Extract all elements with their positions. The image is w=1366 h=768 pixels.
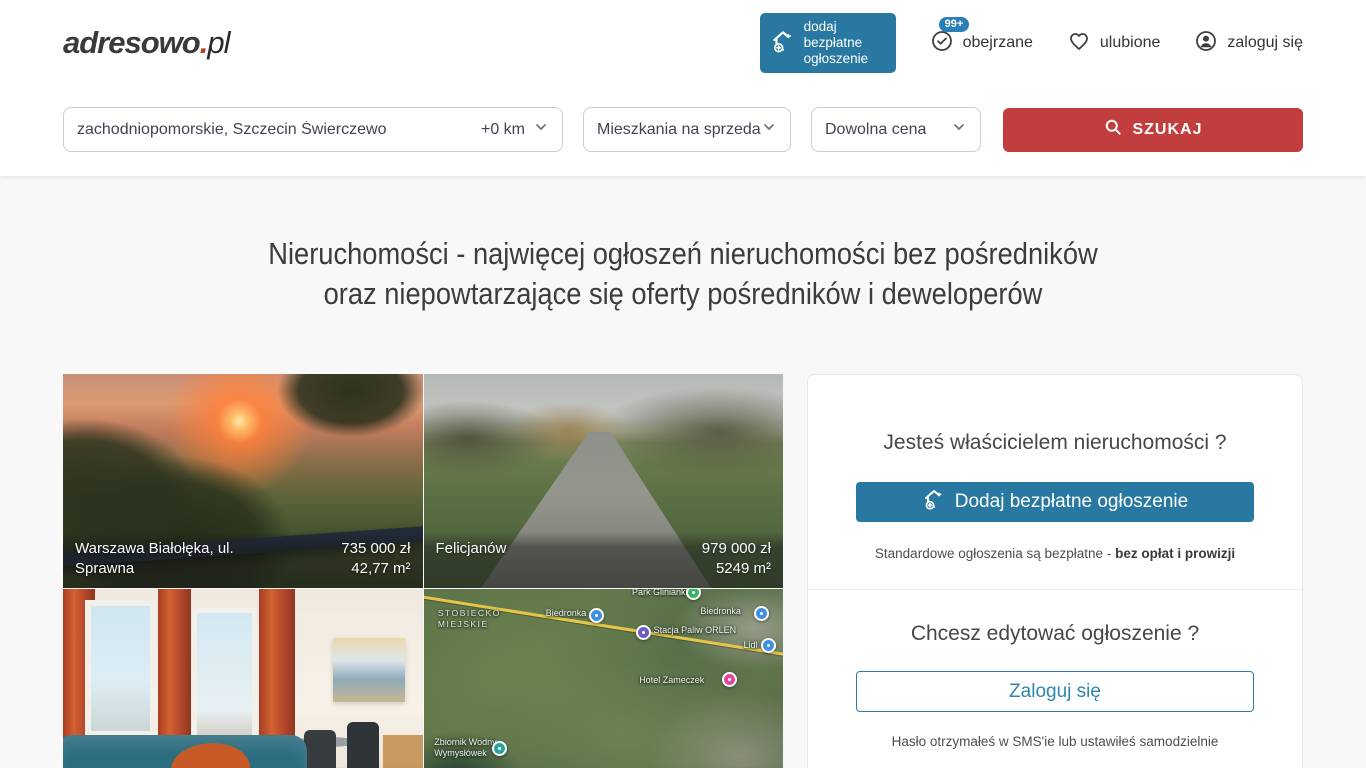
nav-favorites[interactable]: ulubione <box>1067 29 1161 58</box>
listing-price: 735 000 zł <box>341 540 410 557</box>
sidebar-divider <box>808 589 1302 590</box>
map-label: STOBIECKO MIEJSKIE <box>438 608 530 630</box>
listing-meta: 979 000 zł 5249 m² <box>702 539 771 579</box>
category-value: Mieszkania na sprzeda <box>597 121 761 139</box>
radius-value: +0 km <box>481 121 525 139</box>
main-content: Warszawa Białołęka, ul. Sprawna 735 000 … <box>0 374 1366 768</box>
add-listing-label: dodaj bezpłatne ogłoszenie <box>804 19 884 67</box>
logo-text: adresowo <box>63 25 200 60</box>
sidebar-login-button[interactable]: Zaloguj się <box>856 671 1254 712</box>
search-icon <box>1103 117 1123 142</box>
map-label: Zbiornik Wodny Wymysłówek <box>434 737 526 759</box>
map-label: Stacja Paliw ORLEN <box>654 625 737 636</box>
free-listing-note-text: Standardowe ogłoszenia są bezpłatne - <box>875 546 1115 561</box>
listing-area: 42,77 m² <box>351 560 410 577</box>
map-label: Biedronka <box>700 606 741 617</box>
sidebar-add-listing-label: Dodaj bezpłatne ogłoszenie <box>955 491 1188 513</box>
map-pin-water-icon <box>492 741 507 756</box>
nav-viewed[interactable]: 99+ obejrzane <box>930 29 1033 58</box>
check-circle-icon <box>930 29 954 58</box>
heart-icon <box>1067 29 1091 58</box>
map-pin-hotel-icon <box>722 672 737 687</box>
listing-meta: 735 000 zł 42,77 m² <box>341 539 410 579</box>
owner-question-heading: Jesteś właścicielem nieruchomości ? <box>856 431 1254 455</box>
listing-photo <box>383 735 423 768</box>
search-submit-label: SZUKAJ <box>1132 121 1202 139</box>
page-title-line1: Nieruchomości - najwięcej ogłoszeń nieru… <box>268 236 1097 271</box>
free-listing-note-bold: bez opłat i prowizji <box>1115 546 1235 561</box>
listing-overlay: Warszawa Białołęka, ul. Sprawna 735 000 … <box>63 532 423 588</box>
chevron-down-icon <box>761 119 777 140</box>
hero-section: Nieruchomości - najwięcej ogłoszeń nieru… <box>0 234 1366 314</box>
listing-card[interactable]: Felicjanów 979 000 zł 5249 m² <box>424 374 784 588</box>
logo-tld: pl <box>207 25 229 60</box>
owner-sidebar: Jesteś właścicielem nieruchomości ? Doda… <box>807 374 1303 768</box>
category-select[interactable]: Mieszkania na sprzeda <box>583 107 791 152</box>
search-submit-button[interactable]: SZUKAJ <box>1003 108 1303 152</box>
map-pin-store-icon <box>589 608 604 623</box>
nav-login-label: zaloguj się <box>1227 34 1303 52</box>
listing-card[interactable]: Władysławowo, ul. 514 000 zł <box>63 589 423 768</box>
page-title: Nieruchomości - najwięcej ogłoszeń nieru… <box>82 234 1284 314</box>
listing-overlay: Felicjanów 979 000 zł 5249 m² <box>424 532 784 588</box>
listing-photo <box>304 730 336 768</box>
house-plus-icon <box>770 28 796 58</box>
sidebar-add-listing-button[interactable]: Dodaj bezpłatne ogłoszenie <box>856 482 1254 522</box>
nav-login[interactable]: zaloguj się <box>1194 29 1303 58</box>
price-select[interactable]: Dowolna cena <box>811 107 981 152</box>
nav-favorites-label: ulubione <box>1100 34 1161 52</box>
viewed-count-badge: 99+ <box>939 17 970 32</box>
free-listing-note: Standardowe ogłoszenia są bezpłatne - be… <box>856 546 1254 561</box>
map-label: Biedronka <box>546 608 587 619</box>
radius-select[interactable]: +0 km <box>481 119 549 140</box>
site-header: adresowo.pl dodaj bezpłatne ogłoszenie <box>0 0 1366 176</box>
map-label: Lidl <box>743 640 757 651</box>
listing-photo <box>333 638 405 702</box>
listing-title: Felicjanów <box>436 539 507 579</box>
location-value: zachodniopomorskie, Szczecin Świerczewo <box>77 121 481 139</box>
listings-grid: Warszawa Białołęka, ul. Sprawna 735 000 … <box>63 374 783 768</box>
listing-card[interactable]: Warszawa Białołęka, ul. Sprawna 735 000 … <box>63 374 423 588</box>
listing-photo <box>85 600 157 737</box>
page-title-line2: oraz niepowtarzające się oferty pośredni… <box>324 276 1043 311</box>
map-pin-park-icon <box>686 589 701 600</box>
listing-area: 5249 m² <box>716 560 771 577</box>
house-plus-icon <box>922 487 946 517</box>
site-logo[interactable]: adresowo.pl <box>63 25 229 61</box>
search-bar: zachodniopomorskie, Szczecin Świerczewo … <box>0 86 1366 176</box>
price-value: Dowolna cena <box>825 121 926 139</box>
map-pin-fuel-icon <box>636 625 651 640</box>
map-label: Park Glinianki <box>632 589 688 598</box>
chevron-down-icon <box>951 119 967 140</box>
add-listing-button[interactable]: dodaj bezpłatne ogłoszenie <box>760 13 896 73</box>
location-input[interactable]: zachodniopomorskie, Szczecin Świerczewo … <box>63 107 563 152</box>
nav-viewed-label: obejrzane <box>963 34 1033 52</box>
map-label: Hotel Zameczek <box>639 675 704 686</box>
listing-photo <box>347 722 379 768</box>
listing-card[interactable]: STOBIECKO MIEJSKIE Park Glinianki Biedro… <box>424 589 784 768</box>
edit-question-heading: Chcesz edytować ogłoszenie ? <box>856 622 1254 646</box>
map-pin-store-icon <box>754 606 769 621</box>
chevron-down-icon <box>533 119 549 140</box>
password-note: Hasło otrzymałeś w SMS'ie lub ustawiłeś … <box>856 734 1254 749</box>
listing-title: Warszawa Białołęka, ul. Sprawna <box>75 539 280 579</box>
listing-price: 979 000 zł <box>702 540 771 557</box>
user-circle-icon <box>1194 29 1218 58</box>
